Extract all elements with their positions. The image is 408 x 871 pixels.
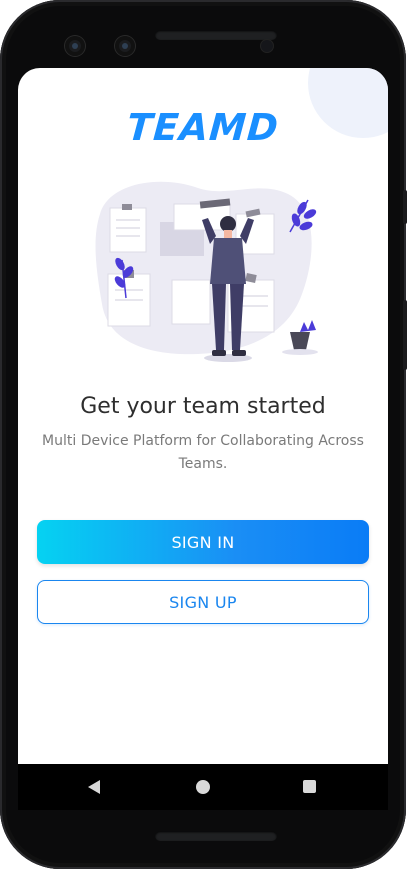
proximity-sensor [261,40,273,52]
power-button [403,300,407,370]
onboarding-subtitle: Multi Device Platform for Collaborating … [42,433,364,472]
top-speaker [155,30,277,40]
app-logo: TEAMD [125,106,281,149]
bottom-speaker [155,831,277,841]
volume-button [403,190,407,224]
app-screen: TEAMD Get your team started Multi Device… [18,68,388,810]
front-camera-icon [115,36,135,56]
system-navigation-bar [18,764,388,810]
onboarding-headline: Get your team started [80,394,326,419]
sign-in-button[interactable]: SIGN IN [37,520,369,564]
home-icon[interactable] [196,780,210,794]
recents-icon[interactable] [303,780,316,793]
team-board-illustration [95,181,318,362]
back-icon[interactable] [88,780,100,794]
front-camera-icon [65,36,85,56]
sign-up-button[interactable]: SIGN UP [37,580,369,624]
